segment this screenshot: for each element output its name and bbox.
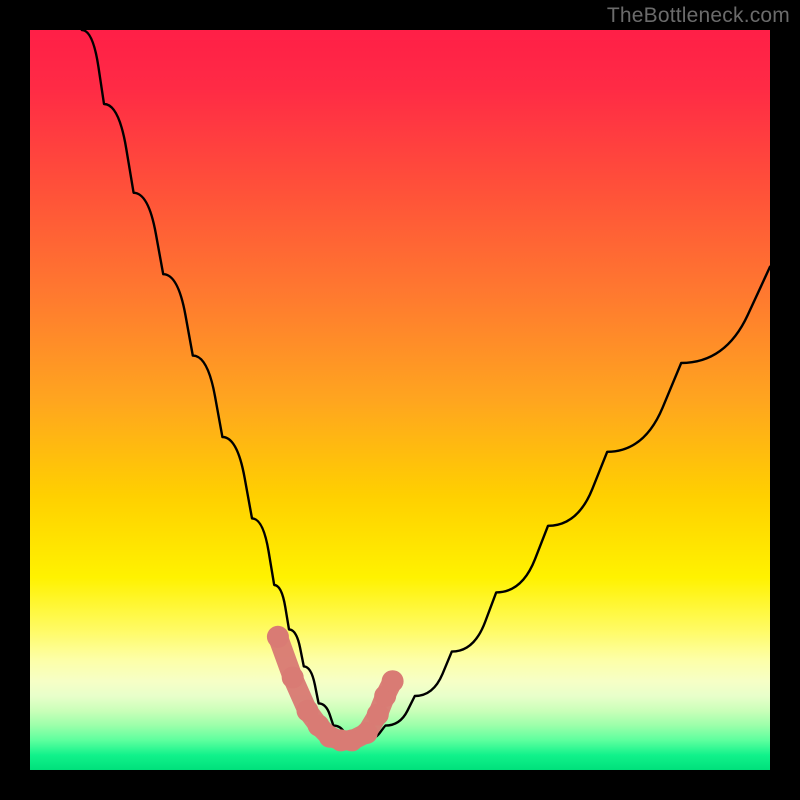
curve-layer [30,30,770,770]
optimal-point [267,626,289,648]
chart-frame: TheBottleneck.com [0,0,800,800]
optimal-point [356,722,378,744]
optimal-point [382,670,404,692]
optimal-point [282,667,304,689]
plot-area [30,30,770,770]
bottleneck-curve [82,30,770,740]
watermark-text: TheBottleneck.com [607,4,790,28]
